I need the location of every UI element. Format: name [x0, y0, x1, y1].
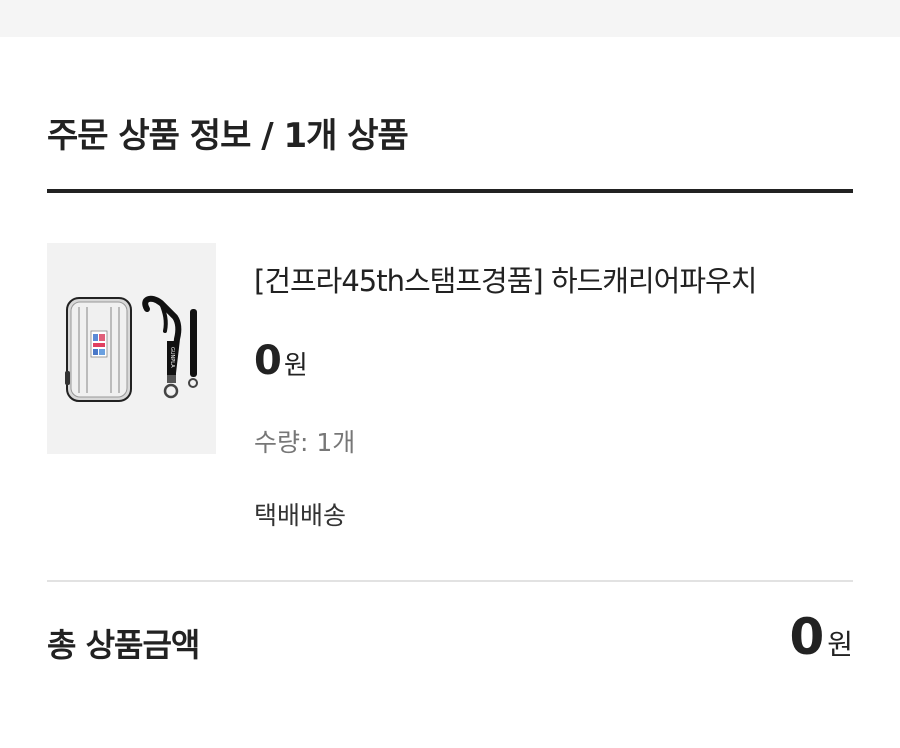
section-divider	[47, 580, 853, 582]
product-quantity: 수량: 1개	[254, 428, 356, 457]
total-label: 총 상품금액	[47, 626, 200, 664]
top-bar	[0, 0, 900, 37]
hard-carrier-pouch-image: GUNPLA	[65, 295, 198, 402]
product-thumbnail[interactable]: GUNPLA	[47, 243, 216, 454]
product-price-unit: 원	[283, 351, 308, 381]
section-title: 주문 상품 정보 / 1개 상품	[47, 116, 409, 156]
total-price-unit: 원	[827, 628, 853, 661]
title-rule	[47, 189, 853, 193]
product-price: 0원	[254, 338, 308, 384]
svg-text:GUNPLA: GUNPLA	[169, 347, 175, 368]
product-price-value: 0	[254, 338, 282, 384]
total-price-value: 0	[789, 608, 825, 666]
total-price: 0원	[789, 608, 853, 666]
shipping-method: 택배배송	[254, 501, 347, 530]
product-name[interactable]: [건프라45th스탬프경품] 하드캐리어파우치	[254, 258, 757, 300]
